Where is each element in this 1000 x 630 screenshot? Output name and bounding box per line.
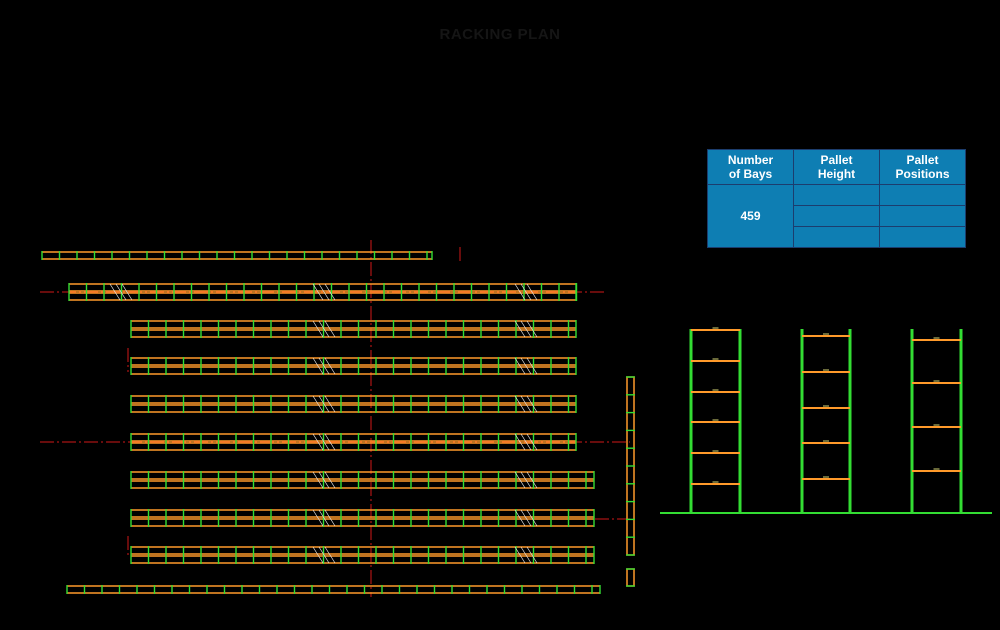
beam-tag [823, 333, 829, 335]
pallet-height-cell [793, 184, 880, 206]
beam-tag [712, 389, 719, 391]
pallet-positions-cell [879, 226, 966, 248]
header-pallet-height: Pallet Height [793, 149, 880, 185]
beam-tag [933, 380, 940, 382]
pallet-height-cell [793, 205, 880, 227]
rack-elevation-frame [800, 329, 852, 513]
beam-tag [712, 419, 719, 421]
rack-elevation-view [660, 327, 992, 514]
beam-tag [933, 468, 940, 470]
beam-tag [823, 476, 829, 478]
header-pallet-positions: Pallet Positions [879, 149, 966, 185]
pallet-positions-cell [879, 184, 966, 206]
beam-tag [933, 337, 940, 339]
pallet-height-cell [793, 226, 880, 248]
rack-elevation-frame [689, 327, 742, 513]
beam-tag [712, 358, 719, 360]
rack-elevation-frame [910, 329, 963, 513]
beam-tag [823, 369, 829, 371]
beam-tag [712, 450, 719, 452]
number-of-bays-value: 459 [707, 184, 794, 248]
header-number-of-bays: Number of Bays [707, 149, 794, 185]
pallet-positions-cell [879, 205, 966, 227]
beam-tag [823, 405, 829, 407]
beam-tag [933, 424, 940, 426]
beam-tag [712, 481, 719, 483]
bay-summary-table: Number of Bays Pallet Height Pallet Posi… [707, 149, 966, 248]
beam-tag [712, 327, 719, 329]
beam-tag [823, 440, 829, 442]
